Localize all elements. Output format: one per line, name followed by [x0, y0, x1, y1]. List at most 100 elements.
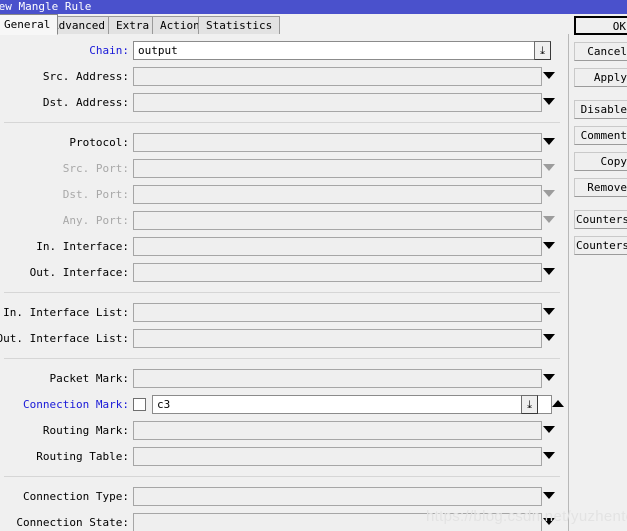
general-tab-panel: Chain: output ⤓ Src. Address: Dst. Address: P…: [0, 34, 568, 531]
form-row-in-interface-list: In. Interface List:: [0, 302, 568, 324]
button-label: Remove: [587, 181, 627, 194]
button-remove[interactable]: Remove: [574, 178, 627, 197]
button-disable[interactable]: Disable: [574, 100, 627, 119]
label-routing-table: Routing Table:: [36, 450, 129, 463]
input-packet-mark[interactable]: [133, 369, 542, 388]
chevron-down-icon-routing-table[interactable]: [543, 452, 555, 459]
window-titlebar: New Mangle Rule: [0, 0, 627, 14]
group-separator: [4, 292, 560, 293]
button-label: Apply: [593, 71, 627, 84]
form-row-connection-type: Connection Type:: [0, 486, 568, 508]
input-chain[interactable]: output: [133, 41, 542, 60]
form-row-any-port: Any. Port:: [0, 210, 568, 232]
button-label: Cancel: [587, 45, 627, 58]
chevron-down-icon-out-interface-list[interactable]: [543, 334, 555, 341]
value-chain: output: [138, 44, 178, 57]
chevron-down-icon-any-port[interactable]: [543, 216, 555, 223]
button-ok[interactable]: OK: [574, 16, 627, 35]
input-connection-state[interactable]: [133, 513, 542, 531]
chevron-down-icon-dst-port[interactable]: [543, 190, 555, 197]
button-copy[interactable]: Copy: [574, 152, 627, 171]
chevron-down-icon-dst-address[interactable]: [543, 98, 555, 105]
input-dst-address[interactable]: [133, 93, 542, 112]
input-connection-type[interactable]: [133, 487, 542, 506]
label-out-interface-list: Out. Interface List:: [0, 332, 129, 345]
label-any-port: Any. Port:: [62, 214, 129, 227]
input-routing-mark[interactable]: [133, 421, 542, 440]
button-label: Reset All Counters: [575, 239, 627, 252]
tab-general[interactable]: General: [0, 14, 59, 35]
chevron-down-icon: ⤓: [527, 398, 532, 411]
window-title: New Mangle Rule: [0, 0, 92, 13]
form-row-packet-mark: Packet Mark:: [0, 368, 568, 390]
dropdown-button-chain[interactable]: ⤓: [534, 41, 551, 60]
chevron-up-icon-connection-mark[interactable]: [552, 400, 564, 407]
button-label: Copy: [600, 155, 627, 168]
chevron-down-icon-src-port[interactable]: [543, 164, 555, 171]
form-row-out-interface: Out. Interface:: [0, 262, 568, 284]
button-label: Comment: [580, 129, 627, 142]
chevron-down-icon: ⤓: [540, 44, 545, 57]
form-row-connection-mark: Connection Mark: c3 ⤓: [0, 394, 568, 416]
label-connection-mark: Connection Mark:: [23, 398, 129, 411]
label-in-interface-list: In. Interface List:: [3, 306, 129, 319]
label-routing-mark: Routing Mark:: [42, 424, 129, 437]
input-out-interface-list[interactable]: [133, 329, 542, 348]
form-row-dst-address: Dst. Address:: [0, 92, 568, 114]
input-in-interface[interactable]: [133, 237, 542, 256]
chevron-down-icon-in-interface-list[interactable]: [543, 308, 555, 315]
button-reset-all-counters[interactable]: Reset All Counters: [574, 236, 627, 255]
form-row-out-interface-list: Out. Interface List:: [0, 328, 568, 350]
group-separator: [4, 358, 560, 359]
input-routing-table[interactable]: [133, 447, 542, 466]
label-packet-mark: Packet Mark:: [49, 372, 129, 385]
chevron-down-icon-out-interface[interactable]: [543, 268, 555, 275]
label-dst-port: Dst. Port:: [62, 188, 129, 201]
label-src-port: Src. Port:: [62, 162, 129, 175]
button-label: Disable: [580, 103, 627, 116]
new-mangle-rule-dialog: New Mangle Rule General Advanced Extra Acti…: [0, 0, 627, 531]
form-row-chain: Chain: output ⤓: [0, 40, 568, 62]
tab-strip: General Advanced Extra Action Statistics: [0, 14, 627, 35]
value-connection-mark: c3: [157, 398, 171, 411]
dropdown-button-connection-mark[interactable]: ⤓: [521, 395, 538, 414]
form-row-routing-table: Routing Table:: [0, 446, 568, 468]
button-apply[interactable]: Apply: [574, 68, 627, 87]
input-src-port[interactable]: [133, 159, 542, 178]
group-separator: [4, 122, 560, 123]
button-cancel[interactable]: Cancel: [574, 42, 627, 61]
chevron-down-icon-routing-mark[interactable]: [543, 426, 555, 433]
input-any-port[interactable]: [133, 211, 542, 230]
label-connection-state: Connection State:: [16, 516, 129, 529]
label-dst-address: Dst. Address:: [42, 96, 129, 109]
button-label: OK: [612, 20, 626, 33]
form-row-src-address: Src. Address:: [0, 66, 568, 88]
form-row-routing-mark: Routing Mark:: [0, 420, 568, 442]
input-in-interface-list[interactable]: [133, 303, 542, 322]
form-row-connection-state: Connection State:: [0, 512, 568, 531]
button-comment[interactable]: Comment: [574, 126, 627, 145]
form-row-src-port: Src. Port:: [0, 158, 568, 180]
chevron-down-icon-connection-type[interactable]: [543, 492, 555, 499]
panel-divider: [568, 34, 569, 531]
input-dst-port[interactable]: [133, 185, 542, 204]
input-out-interface[interactable]: [133, 263, 542, 282]
chevron-down-icon-in-interface[interactable]: [543, 242, 555, 249]
label-protocol: Protocol:: [69, 136, 129, 149]
form-row-protocol: Protocol:: [0, 132, 568, 154]
tab-statistics[interactable]: Statistics: [198, 16, 281, 34]
input-connection-mark[interactable]: c3: [152, 395, 552, 414]
chevron-down-icon-connection-state[interactable]: [543, 518, 555, 525]
chevron-down-icon-protocol[interactable]: [543, 138, 555, 145]
label-connection-type: Connection Type:: [23, 490, 129, 503]
button-reset-counters[interactable]: Reset Counters: [574, 210, 627, 229]
group-separator: [4, 476, 560, 477]
tab-extra[interactable]: Extra: [108, 16, 158, 34]
form-row-dst-port: Dst. Port:: [0, 184, 568, 206]
input-src-address[interactable]: [133, 67, 542, 86]
input-protocol[interactable]: [133, 133, 542, 152]
checkbox-connection-mark[interactable]: [133, 398, 146, 411]
chevron-down-icon-packet-mark[interactable]: [543, 374, 555, 381]
label-out-interface: Out. Interface:: [29, 266, 129, 279]
chevron-down-icon-src-address[interactable]: [543, 72, 555, 79]
